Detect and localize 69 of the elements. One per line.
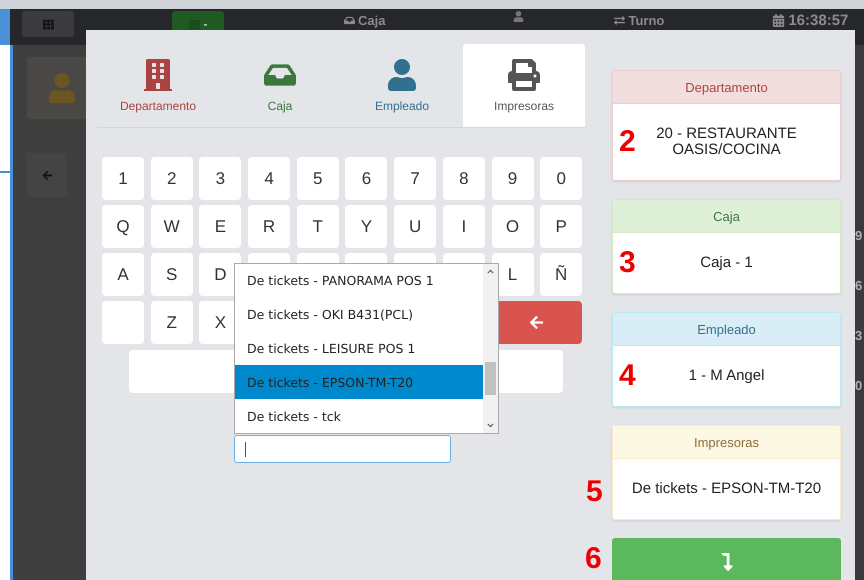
keyboard-key[interactable]: S xyxy=(150,253,193,296)
keyboard-key[interactable]: Y xyxy=(345,205,388,248)
person-icon xyxy=(47,73,77,103)
step-number: 3 xyxy=(619,248,637,278)
keyboard-key[interactable]: A xyxy=(102,253,144,296)
keyboard-key[interactable]: R xyxy=(248,205,290,248)
keyboard-key[interactable]: 0 xyxy=(540,157,582,200)
tab[interactable]: Caja xyxy=(219,44,341,127)
keyboard-key[interactable]: 1 xyxy=(102,157,144,200)
card-value: 20 - RESTAURANTE OASIS/COCINA xyxy=(655,126,798,158)
cash-register-label: Caja xyxy=(358,13,386,28)
back-button[interactable] xyxy=(27,153,67,197)
card-value: Caja - 1 xyxy=(699,254,754,272)
keyboard-key[interactable]: Z xyxy=(150,301,193,344)
keyboard-key[interactable]: 2 xyxy=(150,157,193,200)
step-number: 2 xyxy=(619,127,637,157)
search-field[interactable] xyxy=(234,435,451,463)
keyboard-key[interactable]: U xyxy=(394,205,436,248)
card-title: Caja xyxy=(613,200,840,233)
step-number: 5 xyxy=(586,477,603,507)
tab[interactable]: Impresoras xyxy=(463,44,585,127)
step-number: 6 xyxy=(585,544,602,574)
card-title: Departamento xyxy=(613,71,840,104)
keyboard-key[interactable]: 4 xyxy=(248,157,290,200)
confirm-button[interactable] xyxy=(612,538,841,580)
keyboard-key[interactable]: E xyxy=(199,205,242,248)
keyboard-key[interactable]: O xyxy=(492,205,534,248)
arrow-left-icon xyxy=(42,170,52,180)
chevron-up-icon xyxy=(487,268,494,275)
arrow-left-icon xyxy=(529,315,544,330)
table-cell-text: 9 xyxy=(855,227,864,244)
keyboard-key[interactable]: 7 xyxy=(394,157,436,200)
keyboard-key[interactable]: 3 xyxy=(199,157,242,200)
keyboard-key[interactable]: 5 xyxy=(296,157,339,200)
grid-menu-button[interactable] xyxy=(22,11,74,37)
keyboard-key[interactable]: 6 xyxy=(345,157,388,200)
keyboard-key[interactable]: W xyxy=(150,205,193,248)
chevron-down-icon xyxy=(487,422,494,429)
keyboard-key[interactable]: I xyxy=(442,205,485,248)
server-icon xyxy=(188,18,200,30)
card-value: De tickets - EPSON-TM-T20 xyxy=(630,480,822,498)
exchange-icon xyxy=(614,15,626,26)
card-value: 1 - M Angel xyxy=(688,368,766,384)
user-icon xyxy=(386,58,418,90)
dropdown-option[interactable]: De tickets - EPSON-TM-T20 xyxy=(235,365,483,400)
scrollbar-thumb[interactable] xyxy=(485,362,496,395)
inbox-tray-icon xyxy=(344,15,355,26)
card-title: Empleado xyxy=(613,313,840,346)
step-number: 4 xyxy=(619,361,637,391)
clock-label: 16:38:57 xyxy=(788,13,848,28)
tab[interactable]: Empleado xyxy=(341,44,463,127)
user-icon xyxy=(513,11,524,22)
table-cell-text: 0 xyxy=(855,377,864,394)
card-title: Impresoras xyxy=(613,426,840,459)
shift-label: Turno xyxy=(628,13,664,28)
keyboard-key[interactable]: 9 xyxy=(492,157,534,200)
printer-icon xyxy=(508,58,540,90)
table-cell-text: 6 xyxy=(855,277,864,294)
blank-key[interactable] xyxy=(102,301,144,344)
keyboard-key[interactable]: 8 xyxy=(442,157,485,200)
keyboard-key[interactable]: Ñ xyxy=(540,253,582,296)
keyboard-key[interactable]: T xyxy=(296,205,339,248)
grid-icon xyxy=(42,18,54,30)
calendar-icon xyxy=(772,14,786,27)
keyboard-key[interactable]: P xyxy=(540,205,582,248)
keyboard-key[interactable]: Q xyxy=(102,205,144,248)
tab[interactable]: Departamento xyxy=(97,44,219,127)
building-icon xyxy=(142,58,174,90)
table-cell-text: 3 xyxy=(855,327,864,344)
